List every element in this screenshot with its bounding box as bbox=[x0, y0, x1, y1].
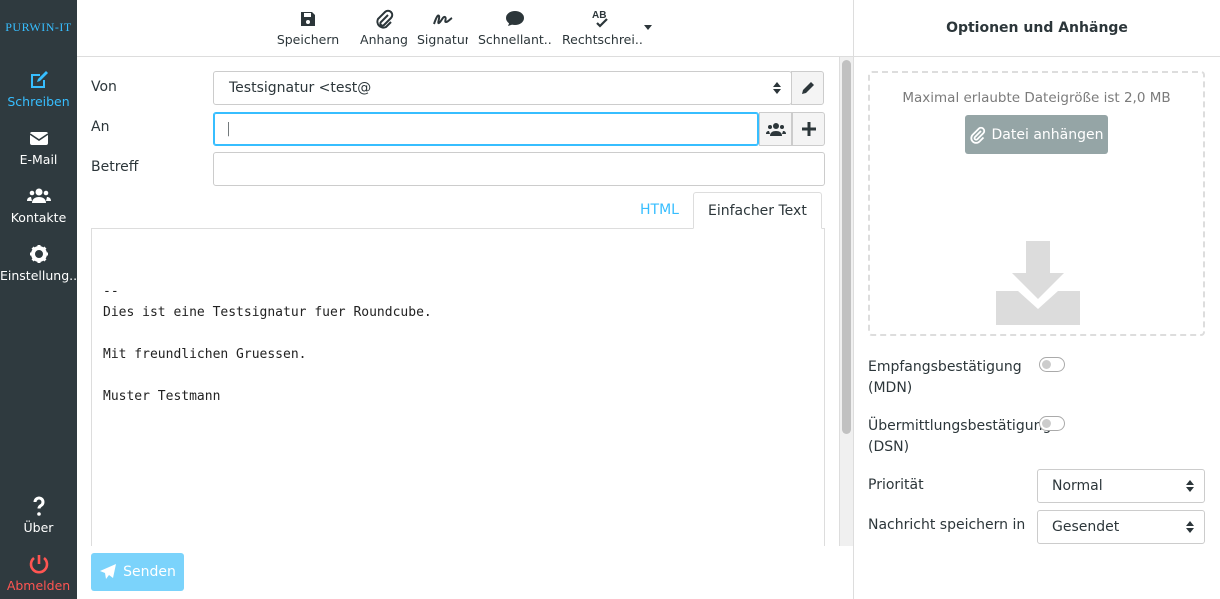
attachment-dropzone[interactable]: Maximal erlaubte Dateigröße ist 2,0 MB D… bbox=[868, 71, 1205, 336]
add-header-button[interactable] bbox=[792, 112, 825, 146]
floppy-icon bbox=[297, 8, 319, 30]
paperclip-icon bbox=[969, 126, 986, 144]
mdn-label: Empfangsbestätigung (MDN) bbox=[868, 359, 1022, 396]
app: PURWIN-IT Schreiben E-Mail Kontakte Eins… bbox=[0, 0, 1220, 599]
priority-value: Normal bbox=[1052, 478, 1103, 494]
save-in-select[interactable]: Gesendet bbox=[1037, 510, 1205, 544]
sort-icon bbox=[773, 82, 781, 94]
sort-icon bbox=[1186, 521, 1194, 533]
logo: PURWIN-IT bbox=[5, 20, 72, 34]
save-label: Speichern bbox=[276, 32, 340, 47]
priority-select[interactable]: Normal bbox=[1037, 469, 1205, 503]
attach-label: Anhang bbox=[360, 32, 408, 47]
to-input[interactable]: | bbox=[213, 112, 759, 146]
max-size-text: Maximal erlaubte Dateigröße ist 2,0 MB bbox=[902, 90, 1171, 106]
to-value: | bbox=[226, 121, 231, 137]
nav-mail[interactable]: E-Mail bbox=[0, 120, 77, 178]
gear-icon bbox=[27, 242, 51, 266]
toggle-knob bbox=[1042, 360, 1051, 369]
from-value: Testsignatur <test@ bbox=[229, 80, 372, 96]
responses-label: Schnellant... bbox=[478, 32, 552, 47]
attach-file-label: Datei anhängen bbox=[991, 126, 1104, 143]
compose-toolbar: Speichern Anhang Signatur Schnellant... … bbox=[77, 0, 853, 57]
spellcheck-label: Rechtschrei... bbox=[562, 32, 642, 47]
save-in-value: Gesendet bbox=[1052, 519, 1120, 535]
send-label: Senden bbox=[123, 564, 176, 580]
nav-settings-label: Einstellung... bbox=[0, 268, 77, 283]
tab-html[interactable]: HTML bbox=[626, 192, 693, 229]
compose-footer: Senden bbox=[77, 546, 853, 599]
svg-text:AB: AB bbox=[592, 10, 606, 21]
to-label: An bbox=[91, 119, 110, 135]
save-in-label: Nachricht speichern in bbox=[868, 517, 1026, 533]
priority-label: Priorität bbox=[868, 477, 924, 493]
compose-form: Von Testsignatur <test@ An | Betreff HTM… bbox=[77, 57, 853, 546]
envelope-icon bbox=[27, 126, 51, 150]
edit-icon bbox=[27, 68, 51, 92]
question-icon bbox=[27, 494, 51, 518]
comment-icon bbox=[504, 8, 526, 30]
dsn-label: Übermittlungsbestätigung (DSN) bbox=[868, 418, 1052, 455]
plus-icon bbox=[801, 122, 816, 136]
paper-plane-icon bbox=[99, 563, 117, 581]
nav-about-label: Über bbox=[23, 520, 54, 535]
nav-mail-label: E-Mail bbox=[19, 152, 58, 167]
nav-logout[interactable]: Abmelden bbox=[0, 546, 77, 599]
add-contact-button[interactable] bbox=[759, 112, 792, 146]
from-select[interactable]: Testsignatur <test@ bbox=[213, 71, 792, 105]
power-icon bbox=[27, 552, 51, 576]
nav-logout-label: Abmelden bbox=[6, 578, 71, 593]
message-body-editor[interactable]: -- Dies ist eine Testsignatur fuer Round… bbox=[91, 228, 825, 546]
nav-about[interactable]: Über bbox=[0, 488, 77, 546]
users-icon bbox=[26, 184, 51, 208]
options-panel: Optionen und Anhänge Maximal erlaubte Da… bbox=[854, 0, 1220, 599]
sort-icon bbox=[1186, 480, 1194, 492]
users-icon bbox=[765, 121, 786, 137]
pencil-icon bbox=[800, 80, 816, 96]
spellcheck-dropdown-icon[interactable] bbox=[643, 22, 653, 32]
nav-compose-label: Schreiben bbox=[7, 94, 70, 109]
signature-label: Signatur bbox=[417, 32, 468, 47]
dsn-toggle[interactable] bbox=[1039, 416, 1065, 431]
main-navigation: PURWIN-IT Schreiben E-Mail Kontakte Eins… bbox=[0, 0, 77, 599]
nav-contacts[interactable]: Kontakte bbox=[0, 178, 77, 236]
save-button[interactable]: Speichern bbox=[276, 0, 340, 56]
nav-settings[interactable]: Einstellung... bbox=[0, 236, 77, 294]
scrollbar-thumb[interactable] bbox=[842, 60, 851, 434]
nav-contacts-label: Kontakte bbox=[10, 210, 67, 225]
tab-plain-text[interactable]: Einfacher Text bbox=[693, 192, 822, 229]
spellcheck-icon: AB bbox=[591, 8, 613, 30]
options-title: Optionen und Anhänge bbox=[854, 0, 1220, 57]
signature-button[interactable]: Signatur bbox=[417, 0, 468, 56]
responses-button[interactable]: Schnellant... bbox=[478, 0, 552, 56]
subject-label: Betreff bbox=[91, 159, 139, 175]
mdn-toggle[interactable] bbox=[1039, 357, 1065, 372]
nav-compose[interactable]: Schreiben bbox=[0, 62, 77, 120]
spellcheck-button[interactable]: AB Rechtschrei... bbox=[562, 0, 642, 56]
subject-input[interactable] bbox=[213, 152, 825, 186]
signature-icon bbox=[432, 8, 454, 30]
compose-scrollbar[interactable] bbox=[839, 57, 853, 546]
toggle-knob bbox=[1042, 419, 1051, 428]
edit-identity-button[interactable] bbox=[791, 71, 824, 105]
download-icon bbox=[996, 241, 1080, 325]
attach-file-button[interactable]: Datei anhängen bbox=[965, 115, 1108, 154]
from-label: Von bbox=[91, 79, 117, 95]
send-button[interactable]: Senden bbox=[91, 553, 184, 591]
paperclip-icon bbox=[373, 8, 395, 30]
attach-toolbar-button[interactable]: Anhang bbox=[359, 0, 409, 56]
